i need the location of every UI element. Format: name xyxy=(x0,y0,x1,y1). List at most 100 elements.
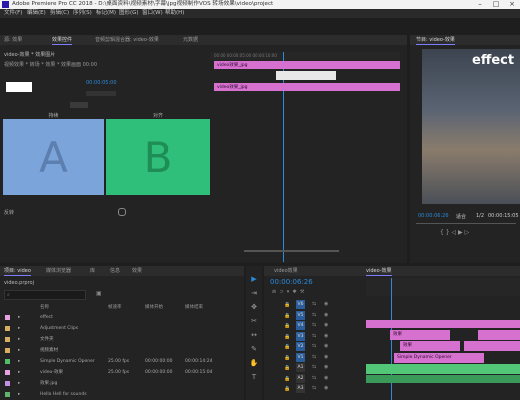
playback-controls[interactable]: { } ◁ ▶ ▷ xyxy=(440,229,469,236)
tab-project[interactable]: 项目: video xyxy=(4,267,31,276)
eye-icon[interactable]: ◉ xyxy=(324,375,328,381)
sync-lock-icon[interactable]: ⇆ xyxy=(312,364,316,370)
track-target[interactable]: A1 xyxy=(296,363,305,372)
type-icon[interactable]: T xyxy=(248,372,260,382)
menu-marker[interactable]: 标记(M) xyxy=(96,9,116,18)
menu-window[interactable]: 窗口(W) xyxy=(142,9,163,18)
track-target[interactable]: A2 xyxy=(296,373,305,383)
label-color-swatch[interactable] xyxy=(5,370,10,375)
project-item[interactable]: ▸ Simple Dynamic Opener 25.00 fps 00:00:00:… xyxy=(0,356,244,367)
tab-libraries[interactable]: 库 xyxy=(90,267,95,275)
duration-value[interactable]: 00:00:05:00 xyxy=(86,80,117,86)
linked-icon[interactable]: ⊃ xyxy=(279,289,283,295)
sync-lock-icon[interactable]: ⇆ xyxy=(312,322,316,328)
wrench-icon[interactable]: ⚒ xyxy=(300,289,304,295)
timeline-clip-v1-a[interactable]: Simple Dynamic Opener xyxy=(394,353,484,363)
project-item[interactable]: ▸ 效果.jpg xyxy=(0,378,244,389)
clip-b-preview[interactable]: B xyxy=(106,119,210,195)
timeline-clip-v3-b[interactable] xyxy=(478,330,520,340)
sync-lock-icon[interactable]: ⇆ xyxy=(312,301,316,307)
close-icon[interactable]: × xyxy=(504,0,520,9)
menu-file[interactable]: 文件(F) xyxy=(4,9,22,18)
program-tab[interactable]: 节目: video-效果 xyxy=(416,36,455,45)
project-search-input[interactable]: ⌕ xyxy=(4,290,86,300)
alignment-dropdown[interactable] xyxy=(86,91,116,96)
sync-lock-icon[interactable]: ⇆ xyxy=(312,343,316,349)
track-target[interactable]: V2 xyxy=(296,342,305,351)
tab-effect-controls[interactable]: 效果控件 xyxy=(52,36,73,45)
lock-icon[interactable]: 🔒 xyxy=(284,334,290,340)
sync-lock-icon[interactable]: ⇆ xyxy=(312,312,316,318)
lock-icon[interactable]: 🔒 xyxy=(284,302,290,308)
track-target[interactable]: V6 xyxy=(296,300,305,309)
project-item[interactable]: ▸ effect xyxy=(0,312,244,323)
effect-controls-ruler[interactable]: 00:00 00:00:05:00 00:00:10:00 xyxy=(210,52,400,60)
label-color-swatch[interactable] xyxy=(5,315,10,320)
transition-block[interactable] xyxy=(276,71,336,80)
col-fps[interactable]: 帧速率 xyxy=(108,304,122,310)
project-item[interactable]: ▸ 文件夹 xyxy=(0,334,244,345)
timeline-clip-v2-b[interactable] xyxy=(464,341,520,351)
anti-aliasing-dropdown[interactable] xyxy=(70,102,88,108)
project-item[interactable]: ▸ Hello Hell for sounds xyxy=(0,389,244,400)
track-target[interactable]: V5 xyxy=(296,310,305,320)
selection-tool-icon[interactable]: ▶ xyxy=(248,274,260,284)
project-item[interactable]: ▸ video-效果 25.00 fps 00:00:00:00 00:00:15:04 xyxy=(0,367,244,378)
tab-info[interactable]: 信息 xyxy=(110,267,120,275)
label-color-swatch[interactable] xyxy=(5,337,10,342)
lock-icon[interactable]: 🔒 xyxy=(284,376,290,382)
step-back-icon[interactable]: ◁ xyxy=(452,229,457,236)
tab-media-browser[interactable]: 媒体浏览器 xyxy=(46,267,71,275)
snap-icon[interactable]: ⋒ xyxy=(272,289,276,295)
hand-icon[interactable]: ✋ xyxy=(248,358,260,368)
track-select-icon[interactable]: ⇥ xyxy=(248,288,260,298)
resolution-dropdown[interactable]: 1/2 xyxy=(476,213,484,219)
mark-out-icon[interactable]: } xyxy=(446,229,450,236)
pen-icon[interactable]: ✎ xyxy=(248,344,260,354)
lock-icon[interactable]: 🔒 xyxy=(284,365,290,371)
razor-icon[interactable]: ✂ xyxy=(248,316,260,326)
program-timecode[interactable]: 00:00:06:26 xyxy=(418,213,449,219)
clip-a-preview[interactable]: A xyxy=(3,119,104,195)
eye-icon[interactable]: ◉ xyxy=(324,354,328,360)
marker-icon[interactable]: ▾ xyxy=(287,289,290,295)
menu-help[interactable]: 帮助(H) xyxy=(165,9,184,18)
menu-edit[interactable]: 编辑(E) xyxy=(27,9,46,18)
show-actual-sources-toggle[interactable] xyxy=(118,208,126,216)
settings-icon[interactable]: ✱ xyxy=(292,289,296,295)
maximize-icon[interactable]: □ xyxy=(488,0,504,9)
timeline-audio-clip-2[interactable] xyxy=(366,375,520,383)
eye-icon[interactable]: ◉ xyxy=(324,322,328,328)
mark-in-icon[interactable]: { xyxy=(440,229,444,236)
label-color-swatch[interactable] xyxy=(5,392,10,397)
eye-icon[interactable]: ◉ xyxy=(324,312,328,318)
eye-icon[interactable]: ◉ xyxy=(324,343,328,349)
effect-controls-scrollbar[interactable] xyxy=(244,250,339,252)
tab-sequence-empty[interactable]: video效果 xyxy=(274,267,298,275)
tab-source[interactable]: 源: 效果 xyxy=(4,36,22,44)
lock-icon[interactable]: 🔒 xyxy=(284,344,290,350)
project-item[interactable]: ▸ Adjustment Clips xyxy=(0,323,244,334)
tab-audio-mixer[interactable]: 音频剪辑混合器: video-效果 xyxy=(95,36,159,44)
menu-sequence[interactable]: 序列(S) xyxy=(73,9,92,18)
sync-lock-icon[interactable]: ⇆ xyxy=(312,354,316,360)
timeline-clip-a[interactable]: video效果_jpg xyxy=(214,61,400,69)
reverse-label[interactable]: 反转 xyxy=(4,209,14,216)
timeline-clip-v4[interactable] xyxy=(366,320,520,328)
tab-sequence[interactable]: video-效果 xyxy=(366,267,392,276)
label-color-swatch[interactable] xyxy=(5,381,10,386)
lock-icon[interactable]: 🔒 xyxy=(284,313,290,319)
program-scrubber[interactable] xyxy=(416,223,516,224)
timeline-audio-clip[interactable] xyxy=(366,364,520,374)
timeline-clip-v2-a[interactable]: 效果 xyxy=(400,341,460,351)
menu-clip[interactable]: 剪辑(C) xyxy=(50,9,69,18)
track-target[interactable]: V4 xyxy=(296,321,305,330)
eye-icon[interactable]: ◉ xyxy=(324,333,328,339)
lock-icon[interactable]: 🔒 xyxy=(284,386,290,392)
label-color-swatch[interactable] xyxy=(5,348,10,353)
col-name[interactable]: 名称 xyxy=(40,304,49,310)
label-color-swatch[interactable] xyxy=(5,326,10,331)
step-forward-icon[interactable]: ▷ xyxy=(465,229,470,236)
slip-icon[interactable]: ↔ xyxy=(248,330,260,340)
col-media-end[interactable]: 媒体结束 xyxy=(185,304,203,310)
